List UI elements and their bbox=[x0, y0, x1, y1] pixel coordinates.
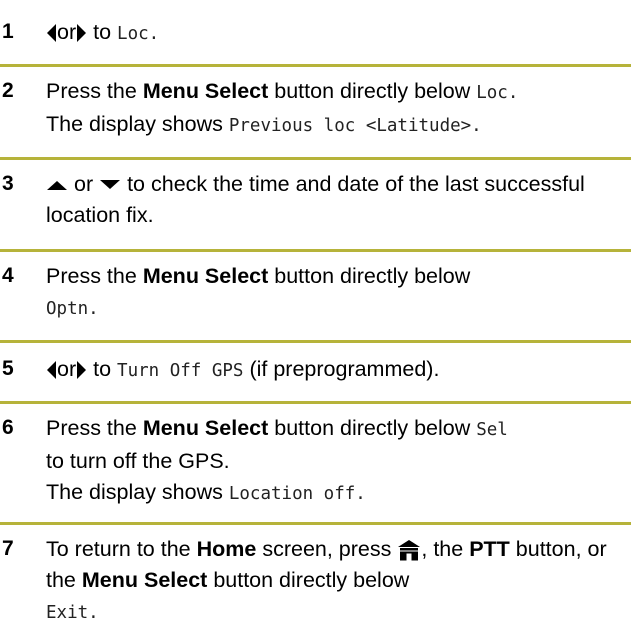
text: To return to the bbox=[46, 537, 191, 561]
text: button directly below bbox=[213, 568, 410, 592]
display-text: Exit. bbox=[46, 603, 99, 623]
bold-term: Menu Select bbox=[142, 264, 269, 288]
step-text: Press the Menu Select button directly be… bbox=[46, 76, 629, 142]
divider bbox=[0, 249, 631, 252]
step-number: 6 bbox=[2, 416, 14, 439]
bold-term: PTT bbox=[469, 537, 510, 561]
text: to turn off the GPS. bbox=[46, 449, 230, 473]
step-text: or to check the time and date of the las… bbox=[46, 169, 629, 231]
display-text: Optn. bbox=[46, 299, 99, 319]
text: button directly below bbox=[274, 416, 471, 440]
connector-or: or bbox=[73, 172, 94, 196]
display-text: Loc. bbox=[117, 24, 160, 44]
step-text: or to Turn Off GPS (if preprogrammed). bbox=[46, 354, 629, 387]
text: Press the bbox=[46, 79, 137, 103]
step-text: or to Loc. bbox=[46, 17, 629, 50]
step-number: 7 bbox=[2, 537, 14, 560]
bold-term: Menu Select bbox=[142, 416, 269, 440]
display-text: Turn Off GPS bbox=[117, 361, 244, 381]
display-text: Sel bbox=[476, 420, 508, 440]
step-text: Press the Menu Select button directly be… bbox=[46, 261, 629, 325]
display-text: Loc. bbox=[476, 83, 519, 103]
step-number: 4 bbox=[2, 264, 14, 287]
text: screen, press bbox=[262, 537, 392, 561]
step-text: To return to the Home screen, press , th… bbox=[46, 534, 629, 629]
text: button directly below bbox=[274, 79, 471, 103]
bold-term: Home bbox=[196, 537, 257, 561]
step-number: 2 bbox=[2, 79, 14, 102]
right-arrow-icon bbox=[76, 23, 87, 43]
text-to: to bbox=[93, 357, 112, 381]
step-number: 1 bbox=[2, 20, 14, 43]
home-icon bbox=[397, 539, 421, 561]
text: The display shows bbox=[46, 112, 223, 136]
up-arrow-icon bbox=[46, 179, 68, 191]
display-text: Location off. bbox=[228, 484, 366, 504]
divider bbox=[0, 401, 631, 404]
down-arrow-icon bbox=[99, 179, 121, 191]
bold-term: Menu Select bbox=[142, 79, 269, 103]
display-text: Previous loc <Latitude>. bbox=[228, 116, 482, 136]
step-text: Press the Menu Select button directly be… bbox=[46, 413, 629, 510]
left-arrow-icon bbox=[46, 360, 57, 380]
text: Press the bbox=[46, 416, 137, 440]
text: to check the time and date of the last s… bbox=[46, 172, 585, 227]
step-number: 5 bbox=[2, 357, 14, 380]
divider bbox=[0, 64, 631, 67]
step-number: 3 bbox=[2, 172, 14, 195]
connector-or: or bbox=[57, 357, 77, 381]
text-to: to bbox=[93, 20, 112, 44]
divider bbox=[0, 522, 631, 525]
text: button directly below bbox=[274, 264, 471, 288]
bold-term: Menu Select bbox=[81, 568, 208, 592]
divider bbox=[0, 157, 631, 160]
text: (if preprogrammed). bbox=[249, 357, 440, 381]
divider bbox=[0, 340, 631, 343]
left-arrow-icon bbox=[46, 23, 57, 43]
text: , the bbox=[421, 537, 464, 561]
text: Press the bbox=[46, 264, 137, 288]
connector-or: or bbox=[57, 20, 77, 44]
right-arrow-icon bbox=[76, 360, 87, 380]
text: The display shows bbox=[46, 480, 223, 504]
